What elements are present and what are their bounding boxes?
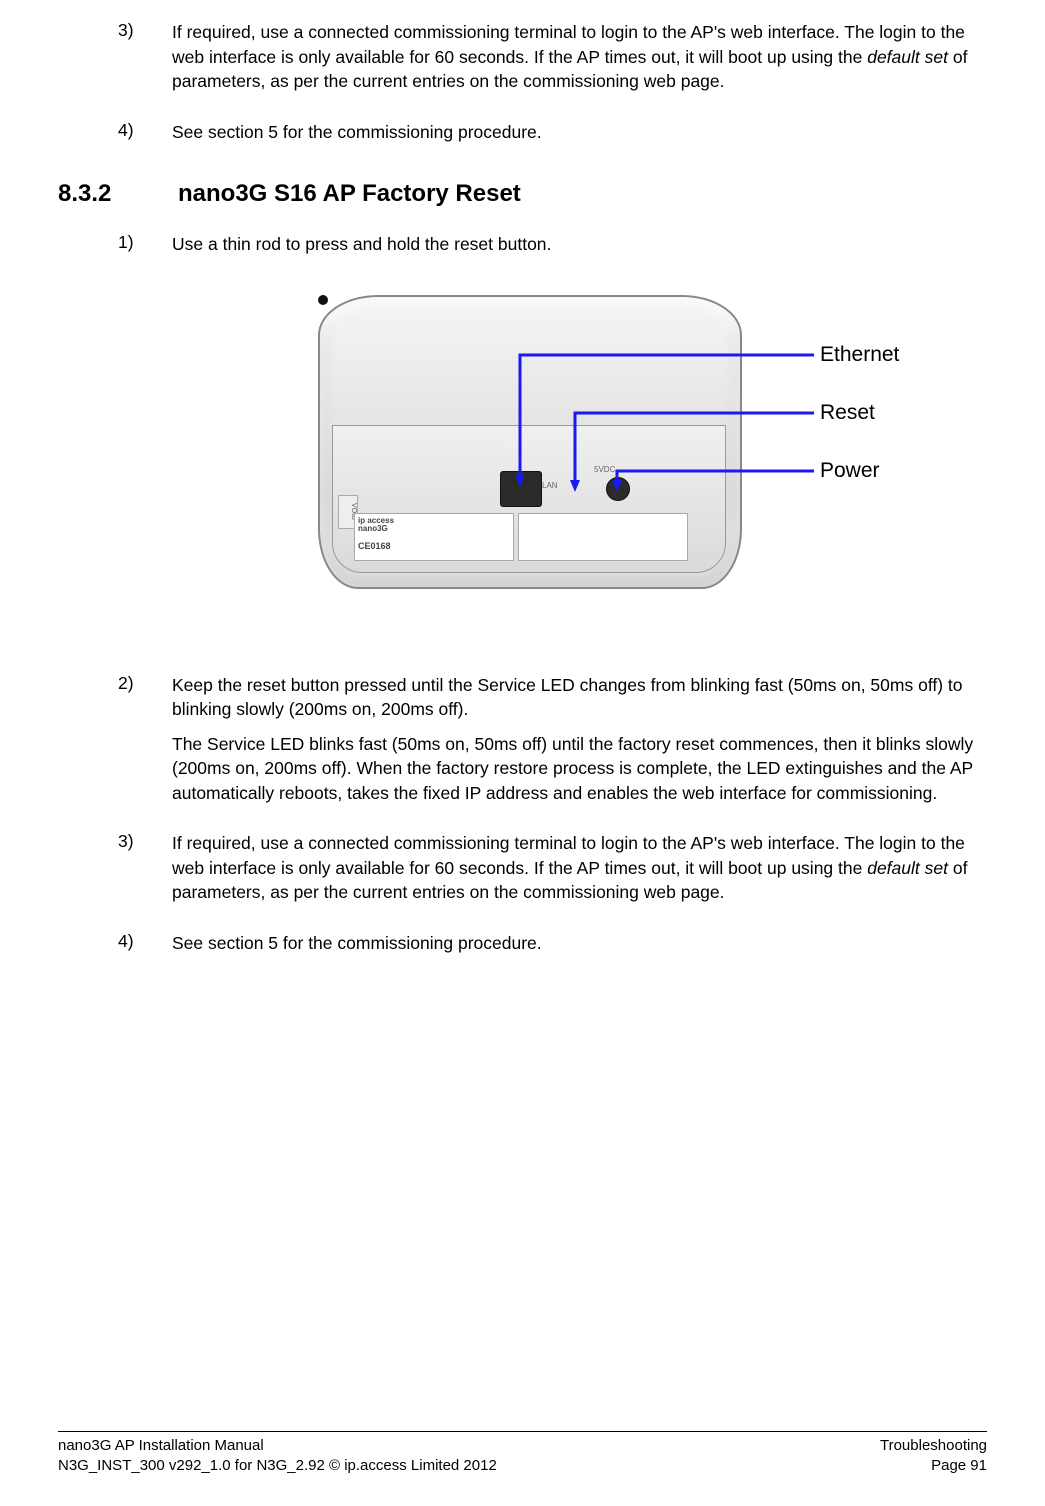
heading-number: 8.3.2: [28, 180, 178, 208]
list-number: 3): [118, 831, 172, 915]
list-body: If required, use a connected commissioni…: [172, 831, 987, 915]
regulatory-sticker: [518, 513, 688, 561]
paragraph: The Service LED blinks fast (50ms on, 50…: [172, 732, 987, 806]
paragraph: See section 5 for the commissioning proc…: [172, 931, 987, 956]
section-continuation: 3)If required, use a connected commissio…: [58, 20, 987, 154]
lan-label: LAN: [542, 481, 558, 490]
list-number: 2): [118, 673, 172, 816]
device-illustration: VOID LAN 5VDC ip access nano3G CE0168: [318, 295, 738, 585]
footer-right-2: Page 91: [931, 1456, 987, 1476]
list-number: 3): [118, 20, 172, 104]
reset-button-icon: [318, 295, 328, 305]
list-body: Keep the reset button pressed until the …: [172, 673, 987, 816]
list-body: Use a thin rod to press and hold the res…: [172, 232, 987, 267]
footer-left-2: N3G_INST_300 v292_1.0 for N3G_2.92 © ip.…: [58, 1456, 497, 1476]
list-item: 4)See section 5 for the commissioning pr…: [118, 931, 987, 966]
paragraph: If required, use a connected commissioni…: [172, 20, 987, 94]
heading-title: nano3G S16 AP Factory Reset: [178, 180, 521, 208]
section-steps-after-figure: 2)Keep the reset button pressed until th…: [58, 673, 987, 966]
power-port-icon: [606, 477, 630, 501]
list-body: See section 5 for the commissioning proc…: [172, 120, 987, 155]
paragraph: If required, use a connected commissioni…: [172, 831, 987, 905]
callout-power: Power: [820, 459, 880, 483]
heading-8-3-2: 8.3.2 nano3G S16 AP Factory Reset: [58, 180, 987, 208]
callout-reset: Reset: [820, 401, 875, 425]
list-number: 4): [118, 120, 172, 155]
section-steps-before-figure: 1)Use a thin rod to press and hold the r…: [58, 232, 987, 267]
list-number: 4): [118, 931, 172, 966]
product-sticker: ip access nano3G CE0168: [354, 513, 514, 561]
list-item: 4)See section 5 for the commissioning pr…: [118, 120, 987, 155]
list-number: 1): [118, 232, 172, 267]
footer-right-1: Troubleshooting: [880, 1436, 987, 1456]
list-item: 3)If required, use a connected commissio…: [118, 20, 987, 104]
paragraph: Keep the reset button pressed until the …: [172, 673, 987, 722]
device-figure: VOID LAN 5VDC ip access nano3G CE0168 Et: [58, 285, 987, 635]
power-label: 5VDC: [594, 465, 615, 474]
list-item: 1)Use a thin rod to press and hold the r…: [118, 232, 987, 267]
callout-ethernet: Ethernet: [820, 343, 899, 367]
list-item: 3)If required, use a connected commissio…: [118, 831, 987, 915]
document-page: 3)If required, use a connected commissio…: [0, 0, 1045, 1506]
paragraph: See section 5 for the commissioning proc…: [172, 120, 987, 145]
paragraph: Use a thin rod to press and hold the res…: [172, 232, 987, 257]
list-item: 2)Keep the reset button pressed until th…: [118, 673, 987, 816]
list-body: See section 5 for the commissioning proc…: [172, 931, 987, 966]
page-footer: nano3G AP Installation Manual Troublesho…: [58, 1431, 987, 1477]
ethernet-port-icon: [500, 471, 542, 507]
list-body: If required, use a connected commissioni…: [172, 20, 987, 104]
footer-left-1: nano3G AP Installation Manual: [58, 1436, 264, 1456]
